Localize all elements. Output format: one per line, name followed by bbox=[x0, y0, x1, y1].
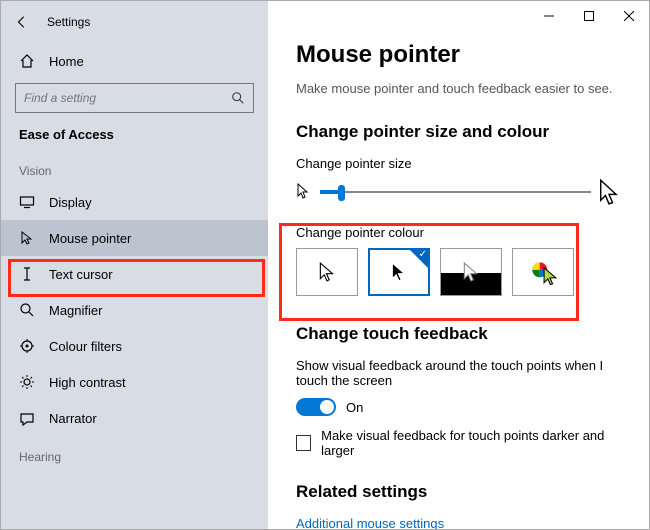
display-icon bbox=[19, 194, 35, 210]
nav-mouse-pointer-label: Mouse pointer bbox=[49, 231, 131, 246]
back-icon[interactable] bbox=[15, 15, 29, 29]
small-cursor-icon bbox=[296, 183, 312, 201]
large-cursor-icon bbox=[599, 179, 621, 205]
pointer-colour-custom[interactable] bbox=[512, 248, 574, 296]
close-button[interactable] bbox=[609, 1, 649, 31]
mouse-pointer-icon bbox=[19, 230, 35, 246]
group-hearing-label: Hearing bbox=[1, 436, 268, 470]
search-icon bbox=[231, 91, 245, 105]
nav-display[interactable]: Display bbox=[1, 184, 268, 220]
search-box[interactable] bbox=[15, 83, 254, 113]
nav-text-cursor[interactable]: Text cursor bbox=[1, 256, 268, 292]
nav-high-contrast[interactable]: High contrast bbox=[1, 364, 268, 400]
colour-filters-icon bbox=[19, 338, 35, 354]
pointer-colour-row bbox=[296, 248, 621, 296]
window-controls bbox=[529, 1, 649, 31]
text-cursor-icon bbox=[19, 266, 35, 282]
maximize-button[interactable] bbox=[569, 1, 609, 31]
pointer-colour-black[interactable] bbox=[368, 248, 430, 296]
touch-feedback-darker-checkbox[interactable] bbox=[296, 435, 311, 451]
section-size-heading: Change pointer size and colour bbox=[296, 122, 621, 142]
group-vision-label: Vision bbox=[1, 150, 268, 184]
pointer-colour-white[interactable] bbox=[296, 248, 358, 296]
nav-colour-filters[interactable]: Colour filters bbox=[1, 328, 268, 364]
nav-magnifier-label: Magnifier bbox=[49, 303, 102, 318]
nav-mouse-pointer[interactable]: Mouse pointer bbox=[1, 220, 268, 256]
slider-thumb[interactable] bbox=[338, 185, 345, 201]
sidebar: Settings Home Ease of Access Vision Disp… bbox=[1, 1, 268, 529]
pointer-colour-inverted[interactable] bbox=[440, 248, 502, 296]
touch-feedback-toggle[interactable] bbox=[296, 398, 336, 416]
section-touch-heading: Change touch feedback bbox=[296, 324, 621, 344]
pointer-size-slider[interactable] bbox=[320, 191, 591, 193]
pointer-size-label: Change pointer size bbox=[296, 156, 621, 171]
nav-magnifier[interactable]: Magnifier bbox=[1, 292, 268, 328]
app-title: Settings bbox=[47, 15, 90, 29]
main-pane: Mouse pointer Make mouse pointer and tou… bbox=[268, 1, 649, 529]
nav-home-label: Home bbox=[49, 54, 84, 69]
touch-feedback-toggle-state: On bbox=[346, 400, 363, 415]
touch-feedback-desc: Show visual feedback around the touch po… bbox=[296, 358, 621, 388]
narrator-icon bbox=[19, 410, 35, 426]
minimize-button[interactable] bbox=[529, 1, 569, 31]
nav-narrator[interactable]: Narrator bbox=[1, 400, 268, 436]
additional-mouse-settings-link[interactable]: Additional mouse settings bbox=[296, 516, 621, 529]
section-related-heading: Related settings bbox=[296, 482, 621, 502]
pointer-size-slider-row bbox=[296, 179, 621, 205]
magnifier-icon bbox=[19, 302, 35, 318]
pointer-colour-label: Change pointer colour bbox=[296, 225, 621, 240]
high-contrast-icon bbox=[19, 374, 35, 390]
page-title: Mouse pointer bbox=[296, 41, 621, 69]
nav-display-label: Display bbox=[49, 195, 92, 210]
titlebar-left: Settings bbox=[1, 7, 268, 37]
page-subtitle: Make mouse pointer and touch feedback ea… bbox=[296, 81, 621, 96]
nav-colour-filters-label: Colour filters bbox=[49, 339, 122, 354]
category-label: Ease of Access bbox=[1, 121, 268, 150]
nav-text-cursor-label: Text cursor bbox=[49, 267, 113, 282]
home-icon bbox=[19, 53, 35, 69]
nav-home[interactable]: Home bbox=[1, 43, 268, 79]
touch-feedback-darker-label: Make visual feedback for touch points da… bbox=[321, 428, 621, 458]
nav-high-contrast-label: High contrast bbox=[49, 375, 126, 390]
nav-narrator-label: Narrator bbox=[49, 411, 97, 426]
search-input[interactable] bbox=[24, 91, 224, 105]
